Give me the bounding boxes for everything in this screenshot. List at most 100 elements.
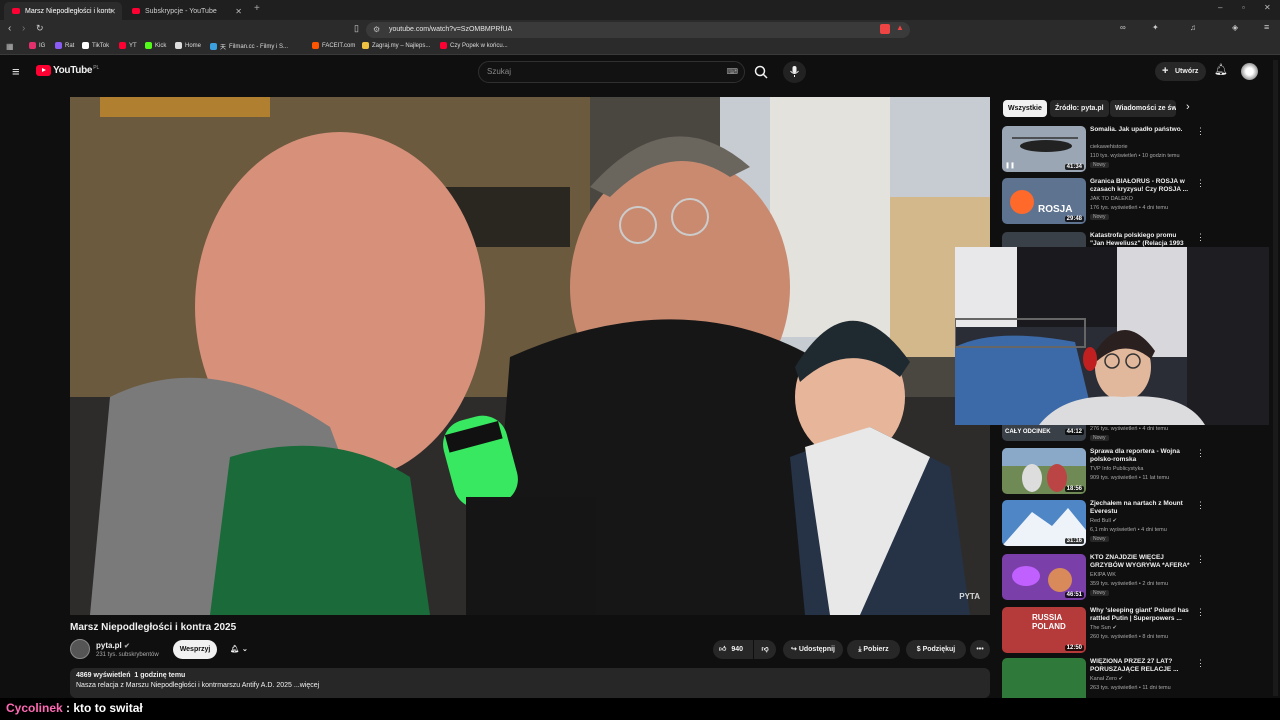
- tab-label: Marsz Niepodległości i kontr: [25, 7, 113, 15]
- youtube-logo[interactable]: YouTube PL: [36, 65, 99, 76]
- extension-icon[interactable]: ∞: [1120, 23, 1126, 32]
- browser-tab-bar: Marsz Niepodległości i kontr ✕ Subskrypc…: [0, 0, 1280, 20]
- recommendation-meta: 276 tys. wyświetleń • 4 dni temu: [1090, 426, 1169, 432]
- apps-grid-icon[interactable]: ▦: [6, 42, 14, 51]
- maximize-icon[interactable]: ▫: [1242, 3, 1245, 12]
- chevron-right-icon[interactable]: ›: [1186, 101, 1190, 113]
- search-button[interactable]: [748, 61, 774, 83]
- recommendation-item[interactable]: 46:51 KTO ZNAJDZIE WIĘCEJ GRZYBÓW WYGRYW…: [1002, 554, 1242, 602]
- recommendation-meta: 909 tys. wyświetleń • 11 lat temu: [1090, 475, 1170, 481]
- more-vertical-icon[interactable]: ⋮: [1196, 607, 1205, 618]
- recommendation-item[interactable]: WIĘZIONA PRZEZ 27 LAT? PORUSZAJĄCE RELAC…: [1002, 658, 1242, 698]
- new-tab-icon[interactable]: +: [254, 3, 260, 14]
- share-button[interactable]: ↪ Udostępnij: [783, 640, 843, 659]
- download-button[interactable]: ⤓ Pobierz: [847, 640, 900, 659]
- more-vertical-icon[interactable]: ⋮: [1196, 126, 1205, 137]
- voice-search-button[interactable]: [783, 61, 806, 83]
- bookmark-kick[interactable]: Kick: [145, 42, 166, 49]
- recommendation-item[interactable]: ❚❚ 41:34 Somalia. Jak upadło państwo. ci…: [1002, 126, 1242, 174]
- close-tab-icon[interactable]: ✕: [109, 7, 116, 16]
- chip-world-news[interactable]: Wiadomości ze św: [1110, 100, 1176, 117]
- bookmark-zagraj[interactable]: Zagraj.my – Najleps...: [362, 42, 430, 49]
- page-scrollbar[interactable]: [1273, 60, 1278, 696]
- bookmark-faceit[interactable]: FACEIT.com: [312, 42, 355, 49]
- close-window-icon[interactable]: ✕: [1264, 3, 1271, 12]
- more-vertical-icon[interactable]: ⋮: [1196, 178, 1205, 189]
- recommendation-meta: 6,1 mln wyświetleń • 4 dni temu: [1090, 527, 1167, 533]
- thanks-icon: $: [916, 646, 921, 653]
- recommendation-meta: 263 tys. wyświetleń • 11 dni temu: [1090, 685, 1171, 691]
- browser-tab[interactable]: Subskrypcje - YouTube ✕: [124, 2, 248, 20]
- channel-avatar[interactable]: [70, 639, 90, 659]
- chip-all[interactable]: Wszystkie: [1003, 100, 1047, 117]
- create-button[interactable]: + Utwórz: [1155, 62, 1206, 81]
- puzzle-extensions-icon[interactable]: ✦: [1152, 23, 1159, 32]
- rewards-icon[interactable]: ▲: [896, 23, 904, 32]
- browser-tab-active[interactable]: Marsz Niepodległości i kontr ✕: [4, 2, 122, 20]
- browser-toolbar: ‹ › ↻ ▯ ⚙ youtube.com/watch?v=SzOMBMPRfU…: [0, 20, 1280, 40]
- more-actions-button[interactable]: •••: [970, 640, 990, 659]
- search-placeholder: Szukaj: [487, 67, 512, 76]
- video-thumbnail: 31:16: [1002, 500, 1086, 546]
- channel-name[interactable]: pyta.pl ✔: [96, 641, 130, 650]
- recommendation-title: Granica BIAŁORUŚ - ROSJA w czasach kryzy…: [1090, 178, 1189, 193]
- bookmark-home[interactable]: Home: [175, 42, 201, 49]
- more-vertical-icon[interactable]: ⋮: [1196, 232, 1205, 243]
- x-icon: [175, 42, 182, 49]
- menu-icon[interactable]: ≡: [1264, 22, 1269, 32]
- more-horizontal-icon: •••: [976, 646, 984, 653]
- new-badge: Nowy: [1090, 590, 1109, 596]
- bookmark-popek[interactable]: Czy Popek w końcu...: [440, 42, 508, 49]
- account-avatar[interactable]: [1241, 63, 1258, 80]
- more-vertical-icon[interactable]: ⋮: [1196, 658, 1205, 669]
- search-input[interactable]: Szukaj ⌨: [478, 61, 745, 83]
- tab-label: Subskrypcje - YouTube: [145, 7, 217, 15]
- more-vertical-icon[interactable]: ⋮: [1196, 554, 1205, 565]
- recommendation-title: Katastrofa polskiego promu "Jan Hewelius…: [1090, 232, 1184, 247]
- subscription-notifications-button[interactable]: 🔔︎ ⌄: [222, 640, 256, 659]
- recommendation-item[interactable]: ROSJA 29:48 Granica BIAŁORUŚ - ROSJA w c…: [1002, 178, 1242, 226]
- chip-source[interactable]: Źródło: pyta.pl: [1050, 100, 1109, 117]
- search-icon: [754, 65, 768, 79]
- verified-icon: ✔: [1118, 676, 1124, 682]
- chat-username: Cycolinek: [6, 701, 63, 715]
- bookmark-ig[interactable]: IG: [29, 42, 45, 49]
- recommendation-item[interactable]: 18:56 Sprawa dla reportera - Wojna polsk…: [1002, 448, 1242, 496]
- recommendation-item[interactable]: 31:16 Zjechałem na nartach z Mount Evere…: [1002, 500, 1242, 548]
- wallet-icon[interactable]: ◈: [1232, 23, 1238, 32]
- bookmark-filman[interactable]: 天 Filman.cc - Filmy i S...: [210, 42, 288, 51]
- site-info-icon[interactable]: ⚙: [373, 22, 380, 38]
- brave-shield-icon[interactable]: [880, 24, 890, 34]
- hamburger-menu-icon[interactable]: ≡: [12, 64, 20, 79]
- description-box[interactable]: 4869 wyświetleń 1 godzinę temu Nasza rel…: [70, 668, 990, 698]
- recommendation-item[interactable]: RUSSIA POLAND 12:50 Why 'sleeping giant'…: [1002, 607, 1242, 655]
- keyboard-icon[interactable]: ⌨: [726, 62, 738, 82]
- more-vertical-icon[interactable]: ⋮: [1196, 500, 1205, 511]
- close-tab-icon[interactable]: ✕: [235, 7, 242, 16]
- video-frame: [70, 97, 990, 615]
- recommendation-title: Somalia. Jak upadło państwo.: [1090, 126, 1183, 133]
- bookmark-yt[interactable]: YT: [119, 42, 137, 49]
- thumbs-down-icon: 👎︎: [761, 646, 769, 653]
- reload-icon[interactable]: ↻: [36, 23, 44, 34]
- minimize-icon[interactable]: –: [1218, 3, 1222, 12]
- more-vertical-icon[interactable]: ⋮: [1196, 448, 1205, 459]
- bookmark-tiktok[interactable]: TikTok: [82, 42, 109, 49]
- support-button[interactable]: Wesprzyj: [173, 640, 217, 659]
- bookmark-rat[interactable]: Rat: [55, 42, 74, 49]
- video-thumbnail: [1002, 658, 1086, 698]
- video-thumbnail-bottom[interactable]: CAŁY ODCINEK 44:12: [1002, 425, 1086, 441]
- recommendation-meta: 359 tys. wyświetleń • 2 dni temu: [1090, 581, 1169, 587]
- video-player[interactable]: PYTA: [70, 97, 990, 615]
- recommendation-meta: 260 tys. wyświetleń • 8 dni temu: [1090, 634, 1169, 640]
- recommendation-channel: JAK TO DALEKO: [1090, 196, 1133, 202]
- notifications-bell-icon[interactable]: 🔔︎: [1214, 63, 1228, 76]
- like-button[interactable]: 👍︎ 940: [713, 640, 753, 659]
- bookmark-page-icon[interactable]: ▯: [354, 23, 359, 34]
- dislike-button[interactable]: 👎︎: [754, 640, 776, 659]
- music-icon[interactable]: ♫: [1190, 23, 1196, 32]
- forward-icon[interactable]: ›: [22, 23, 25, 34]
- thanks-button[interactable]: $ Podziękuj: [906, 640, 966, 659]
- back-icon[interactable]: ‹: [8, 23, 11, 34]
- url-field[interactable]: ⚙ youtube.com/watch?v=SzOMBMPRfUA: [366, 22, 910, 38]
